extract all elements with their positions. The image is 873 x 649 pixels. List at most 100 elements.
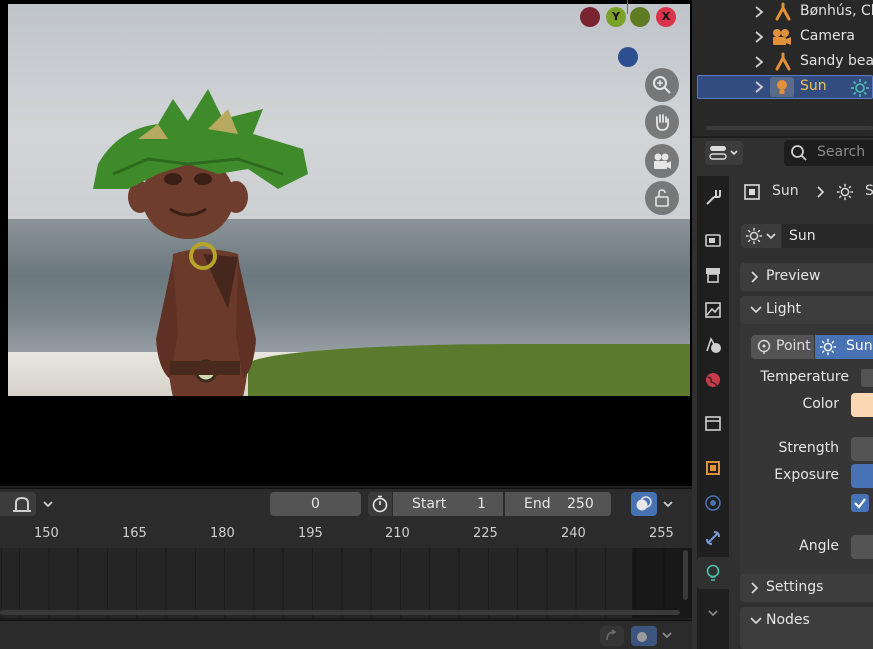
datablock-browse[interactable] xyxy=(741,224,781,248)
start-label: Start xyxy=(412,496,447,512)
strength-field[interactable] xyxy=(851,437,873,461)
outliner-item-label: Sun xyxy=(800,78,827,94)
search-input[interactable]: Search xyxy=(784,140,873,166)
panel-light-title: Light xyxy=(766,301,801,317)
x-axis-button[interactable]: X xyxy=(656,7,676,27)
end-frame-field[interactable]: End 250 xyxy=(505,492,611,516)
collection-icon xyxy=(705,416,721,431)
image-icon xyxy=(705,302,721,318)
tab-light-data[interactable] xyxy=(697,557,729,589)
tab-collection[interactable] xyxy=(697,407,729,439)
ruler-tick: 255 xyxy=(649,526,674,541)
datablock-name-field[interactable]: Sun xyxy=(782,224,873,248)
vertical-scrollbar[interactable] xyxy=(683,550,688,600)
chevron-right-icon[interactable] xyxy=(753,55,765,69)
chevron-down-icon xyxy=(662,632,672,639)
render-icon xyxy=(705,234,721,247)
panel-settings-title: Settings xyxy=(766,579,824,595)
panel-light-header[interactable]: Light xyxy=(740,296,873,324)
neg-x-axis-icon[interactable] xyxy=(580,7,600,27)
ruler-tick: 180 xyxy=(210,526,235,541)
breadcrumb-object: Sun xyxy=(772,183,799,199)
tab-view-layer[interactable] xyxy=(697,294,729,326)
outliner-item[interactable]: Bønhús, Ch xyxy=(697,0,873,24)
pan-button[interactable] xyxy=(645,105,679,139)
outliner-item[interactable]: Camera xyxy=(697,25,873,49)
light-type-point[interactable]: Point xyxy=(751,335,814,359)
tab-scene[interactable] xyxy=(697,329,729,361)
chevron-right-icon[interactable] xyxy=(753,5,765,19)
neg-z-axis-icon[interactable] xyxy=(618,47,638,67)
stopwatch-icon xyxy=(372,495,388,513)
chevron-down-icon xyxy=(708,610,718,617)
preview-range-toggle[interactable] xyxy=(368,492,392,516)
scene-icon xyxy=(706,337,721,353)
light-type-sun[interactable]: Sun xyxy=(815,335,873,359)
zoom-icon xyxy=(653,76,671,94)
tab-tool[interactable] xyxy=(697,181,729,213)
status-dropdown[interactable] xyxy=(660,628,676,644)
neg-y-axis-icon[interactable] xyxy=(630,7,650,27)
angle-field[interactable] xyxy=(851,535,873,559)
camera-view-button[interactable] xyxy=(645,144,679,178)
exposure-field[interactable] xyxy=(851,464,873,488)
tab-world[interactable] xyxy=(697,364,729,396)
object-icon xyxy=(744,184,760,200)
status-toggle-1[interactable] xyxy=(600,626,624,646)
outliner-item-label: Camera xyxy=(800,28,855,44)
outliner-item[interactable]: Sandy beac xyxy=(697,50,873,74)
tab-constraints[interactable] xyxy=(697,522,729,554)
armature-icon xyxy=(775,2,791,21)
camera-icon xyxy=(654,153,671,169)
panel-preview-title: Preview xyxy=(766,268,821,284)
onion-skin-toggle[interactable] xyxy=(631,492,657,516)
outliner-scrollbar[interactable] xyxy=(706,126,873,130)
loop-icon xyxy=(606,629,617,641)
outliner-item-selected[interactable]: Sun xyxy=(697,75,873,99)
start-frame-field[interactable]: Start 1 xyxy=(393,492,503,516)
angle-label: Angle xyxy=(799,538,839,554)
y-axis-button[interactable]: Y xyxy=(606,7,626,27)
snap-dropdown[interactable] xyxy=(38,494,58,514)
tab-object[interactable] xyxy=(697,452,729,484)
current-frame-field[interactable]: 0 xyxy=(270,492,361,516)
overlay-icon xyxy=(637,632,647,642)
z-axis-line xyxy=(627,0,628,14)
status-toggle-2[interactable] xyxy=(631,626,657,646)
checkbox[interactable] xyxy=(851,494,869,512)
tabs-more[interactable] xyxy=(697,597,729,629)
tab-physics[interactable] xyxy=(697,487,729,519)
color-swatch[interactable] xyxy=(851,393,873,417)
search-icon xyxy=(791,145,807,161)
light-type-point-label: Point xyxy=(776,338,811,354)
overlay-icon xyxy=(636,496,652,511)
timeline-body[interactable] xyxy=(0,548,692,618)
lock-camera-button[interactable] xyxy=(645,181,679,215)
chevron-right-icon[interactable] xyxy=(753,30,765,44)
panel-settings[interactable]: Settings xyxy=(740,574,873,602)
chevron-down-icon xyxy=(750,617,762,625)
zoom-button[interactable] xyxy=(645,68,679,102)
object-icon xyxy=(706,461,720,475)
chevron-right-icon xyxy=(751,271,759,283)
panel-nodes[interactable]: Nodes xyxy=(740,607,873,649)
timeline-ruler[interactable]: 150 165 180 195 210 225 240 255 xyxy=(0,520,692,548)
snap-toggle[interactable] xyxy=(0,492,36,516)
sun-icon xyxy=(836,183,854,201)
properties-editor-icon xyxy=(709,146,738,160)
editor-type-button[interactable] xyxy=(705,141,743,165)
tab-output[interactable] xyxy=(697,259,729,291)
tool-icon xyxy=(706,190,721,205)
tab-render[interactable] xyxy=(697,224,729,256)
magnet-icon xyxy=(13,496,31,512)
panel-preview[interactable]: Preview xyxy=(740,263,873,291)
temperature-field[interactable] xyxy=(861,369,873,387)
sun-data-icon xyxy=(851,79,869,97)
onion-skin-dropdown[interactable] xyxy=(659,494,677,514)
viewport-3d[interactable]: Y X xyxy=(0,0,692,486)
physics-icon xyxy=(705,495,721,511)
chevron-right-icon[interactable] xyxy=(753,80,765,94)
horizontal-scrollbar[interactable] xyxy=(0,610,680,615)
outliner[interactable]: Bønhús, Ch Camera Sandy beac Sun xyxy=(692,0,873,136)
character-figure xyxy=(93,89,308,396)
